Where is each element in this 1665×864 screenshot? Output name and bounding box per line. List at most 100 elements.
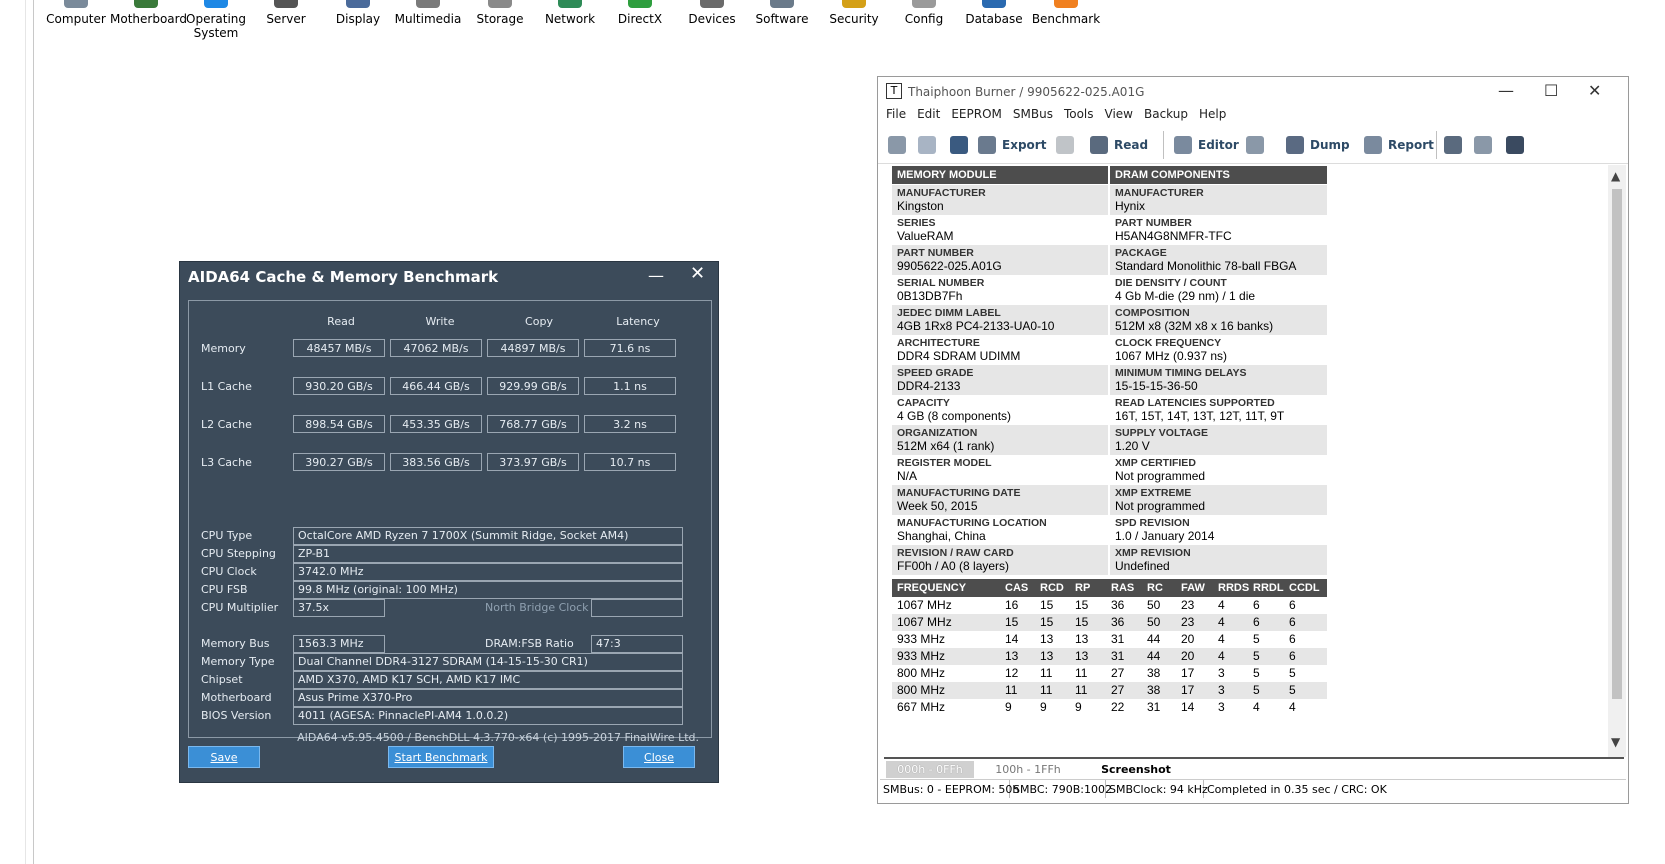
status-smbc: SMBC: 790B:1002 bbox=[1010, 780, 1112, 798]
save-button[interactable]: Save bbox=[188, 746, 260, 768]
editor-button[interactable]: Editor bbox=[1174, 133, 1239, 157]
close-icon[interactable]: ✕ bbox=[1588, 81, 1601, 100]
spd-field-value: 16T, 15T, 14T, 13T, 12T, 11T, 9T bbox=[1115, 409, 1285, 423]
wrench-tool[interactable] bbox=[1246, 133, 1270, 157]
spd-field: MANUFACTURER Hynix bbox=[1110, 185, 1327, 215]
tab-screenshot[interactable]: Screenshot bbox=[1094, 761, 1178, 778]
menu-bar: File Edit EEPROM SMBus Tools View Backup Help bbox=[886, 107, 1237, 121]
timing-cell: 4 bbox=[1218, 598, 1225, 612]
copy-tool[interactable] bbox=[1474, 133, 1498, 157]
chevron-down-icon[interactable]: ▼ bbox=[1611, 735, 1620, 749]
toolbar-item-software[interactable]: Software bbox=[746, 0, 818, 26]
toolbar-item-label: Computer bbox=[46, 12, 106, 26]
toolbar-item-server[interactable]: Server bbox=[250, 0, 322, 26]
dram-fsb-label: DRAM:FSB Ratio bbox=[485, 637, 574, 650]
menu-item-edit[interactable]: Edit bbox=[917, 107, 940, 121]
row-label: Memory bbox=[201, 342, 246, 355]
start-benchmark-button[interactable]: Start Benchmark bbox=[388, 746, 494, 768]
toolbar-item-storage[interactable]: Storage bbox=[464, 0, 536, 26]
timing-cell: 36 bbox=[1111, 598, 1125, 612]
spd-field: ARCHITECTURE DDR4 SDRAM UDIMM bbox=[892, 335, 1108, 365]
export-button[interactable]: Export bbox=[978, 133, 1046, 157]
timing-cell: 13 bbox=[1040, 649, 1054, 663]
timing-col-header: RC bbox=[1147, 582, 1163, 594]
settings-tool[interactable] bbox=[888, 133, 912, 157]
close-icon[interactable]: ✕ bbox=[690, 263, 705, 284]
toolbar-item-security[interactable]: Security bbox=[818, 0, 890, 26]
timing-cell: 31 bbox=[1147, 700, 1161, 714]
export-icon bbox=[978, 136, 996, 154]
timing-cell: 36 bbox=[1111, 615, 1125, 629]
toolbar-item-label: Multimedia bbox=[394, 12, 462, 26]
menu-item-tools[interactable]: Tools bbox=[1064, 107, 1094, 121]
menu-item-help[interactable]: Help bbox=[1199, 107, 1226, 121]
timing-cell: 27 bbox=[1111, 683, 1125, 697]
toolbar-item-display[interactable]: Display bbox=[322, 0, 394, 26]
menu-item-file[interactable]: File bbox=[886, 107, 906, 121]
timing-cell: 15 bbox=[1005, 615, 1019, 629]
toolbar-item-motherboard[interactable]: Motherboard bbox=[110, 0, 187, 26]
spd-field-key: DIE DENSITY / COUNT bbox=[1115, 277, 1227, 289]
folder-icon bbox=[918, 136, 936, 154]
spd-field-key: MANUFACTURER bbox=[897, 187, 986, 199]
result-cell: 10.7 ns bbox=[584, 453, 676, 471]
read-button[interactable]: Read bbox=[1090, 133, 1148, 157]
toolbar-item-label: Storage bbox=[476, 12, 524, 26]
bench-copyright: AIDA64 v5.95.4500 / BenchDLL 4.3.770-x64… bbox=[297, 731, 699, 744]
toolbar-item-multimedia[interactable]: Multimedia bbox=[392, 0, 464, 26]
toolbar-item-directx[interactable]: DirectX bbox=[604, 0, 676, 26]
close-button[interactable]: Close bbox=[623, 746, 695, 768]
graph-icon bbox=[1506, 136, 1524, 154]
spd-field-value: Week 50, 2015 bbox=[897, 499, 978, 513]
lock-tool[interactable] bbox=[1056, 133, 1080, 157]
menu-item-eeprom[interactable]: EEPROM bbox=[951, 107, 1002, 121]
vertical-scrollbar[interactable]: ▲ ▼ bbox=[1608, 165, 1626, 757]
toolbar-item-label: Software bbox=[755, 12, 809, 26]
aida-main-toolbar: Computer Motherboard Operating System Serve… bbox=[40, 0, 1160, 50]
report-icon bbox=[1364, 136, 1382, 154]
report-button[interactable]: Report bbox=[1364, 133, 1434, 157]
open-tool[interactable] bbox=[918, 133, 942, 157]
minimize-button[interactable]: — bbox=[648, 266, 664, 285]
graph-tool[interactable] bbox=[1506, 133, 1530, 157]
spd-field: XMP CERTIFIED Not programmed bbox=[1110, 455, 1327, 485]
toolbar-item-benchmark[interactable]: Benchmark bbox=[1030, 0, 1102, 26]
spd-field-value: Standard Monolithic 78-ball FBGA bbox=[1115, 259, 1297, 273]
toolbar-item-config[interactable]: Config bbox=[888, 0, 960, 26]
maximize-button[interactable]: ☐ bbox=[1544, 81, 1558, 100]
spd-field: READ LATENCIES SUPPORTED 16T, 15T, 14T, 1… bbox=[1110, 395, 1327, 425]
spd-field-key: READ LATENCIES SUPPORTED bbox=[1115, 397, 1275, 409]
menu-item-smbus[interactable]: SMBus bbox=[1013, 107, 1053, 121]
copy-icon bbox=[1474, 136, 1492, 154]
timing-col-header: FAW bbox=[1181, 582, 1205, 594]
tab-000h[interactable]: 000h - 0FFh bbox=[886, 761, 974, 778]
cpu-clock-field: 3742.0 MHz bbox=[293, 563, 683, 581]
menu-item-view[interactable]: View bbox=[1105, 107, 1133, 121]
toolbar-item-operating-system[interactable]: Operating System bbox=[180, 0, 252, 40]
toolbar-item-database[interactable]: Database bbox=[958, 0, 1030, 26]
thaiphoon-burner-window: T Thaiphoon Burner / 9905622-025.A01G — … bbox=[877, 76, 1629, 804]
timing-cell: 4 bbox=[1289, 700, 1296, 714]
minimize-button[interactable]: — bbox=[1498, 81, 1514, 100]
dump-button[interactable]: Dump bbox=[1286, 133, 1350, 157]
toolbar-item-label: Network bbox=[544, 12, 596, 26]
toolbar-item-network[interactable]: Network bbox=[534, 0, 606, 26]
chevron-up-icon[interactable]: ▲ bbox=[1611, 169, 1620, 183]
app-icon: T bbox=[886, 83, 902, 99]
timing-col-header: CCDL bbox=[1289, 582, 1320, 594]
toolbar-item-devices[interactable]: Devices bbox=[676, 0, 748, 26]
save-tool[interactable] bbox=[950, 133, 974, 157]
toolbar-item-computer[interactable]: Computer bbox=[40, 0, 112, 26]
screenshot-tool[interactable] bbox=[1444, 133, 1468, 157]
scroll-thumb[interactable] bbox=[1612, 189, 1622, 699]
memory-type-label: Memory Type bbox=[201, 655, 275, 668]
lock-icon bbox=[1056, 136, 1074, 154]
timing-cell: 17 bbox=[1181, 666, 1195, 680]
spd-field-key: XMP EXTREME bbox=[1115, 487, 1192, 499]
menu-item-backup[interactable]: Backup bbox=[1144, 107, 1188, 121]
tab-100h[interactable]: 100h - 1FFh bbox=[988, 761, 1068, 778]
editor-icon bbox=[1174, 136, 1192, 154]
timing-cell: 15 bbox=[1040, 615, 1054, 629]
status-smbus: SMBus: 0 - EEPROM: 50h bbox=[880, 780, 1019, 798]
col-latency: Latency bbox=[616, 315, 660, 328]
